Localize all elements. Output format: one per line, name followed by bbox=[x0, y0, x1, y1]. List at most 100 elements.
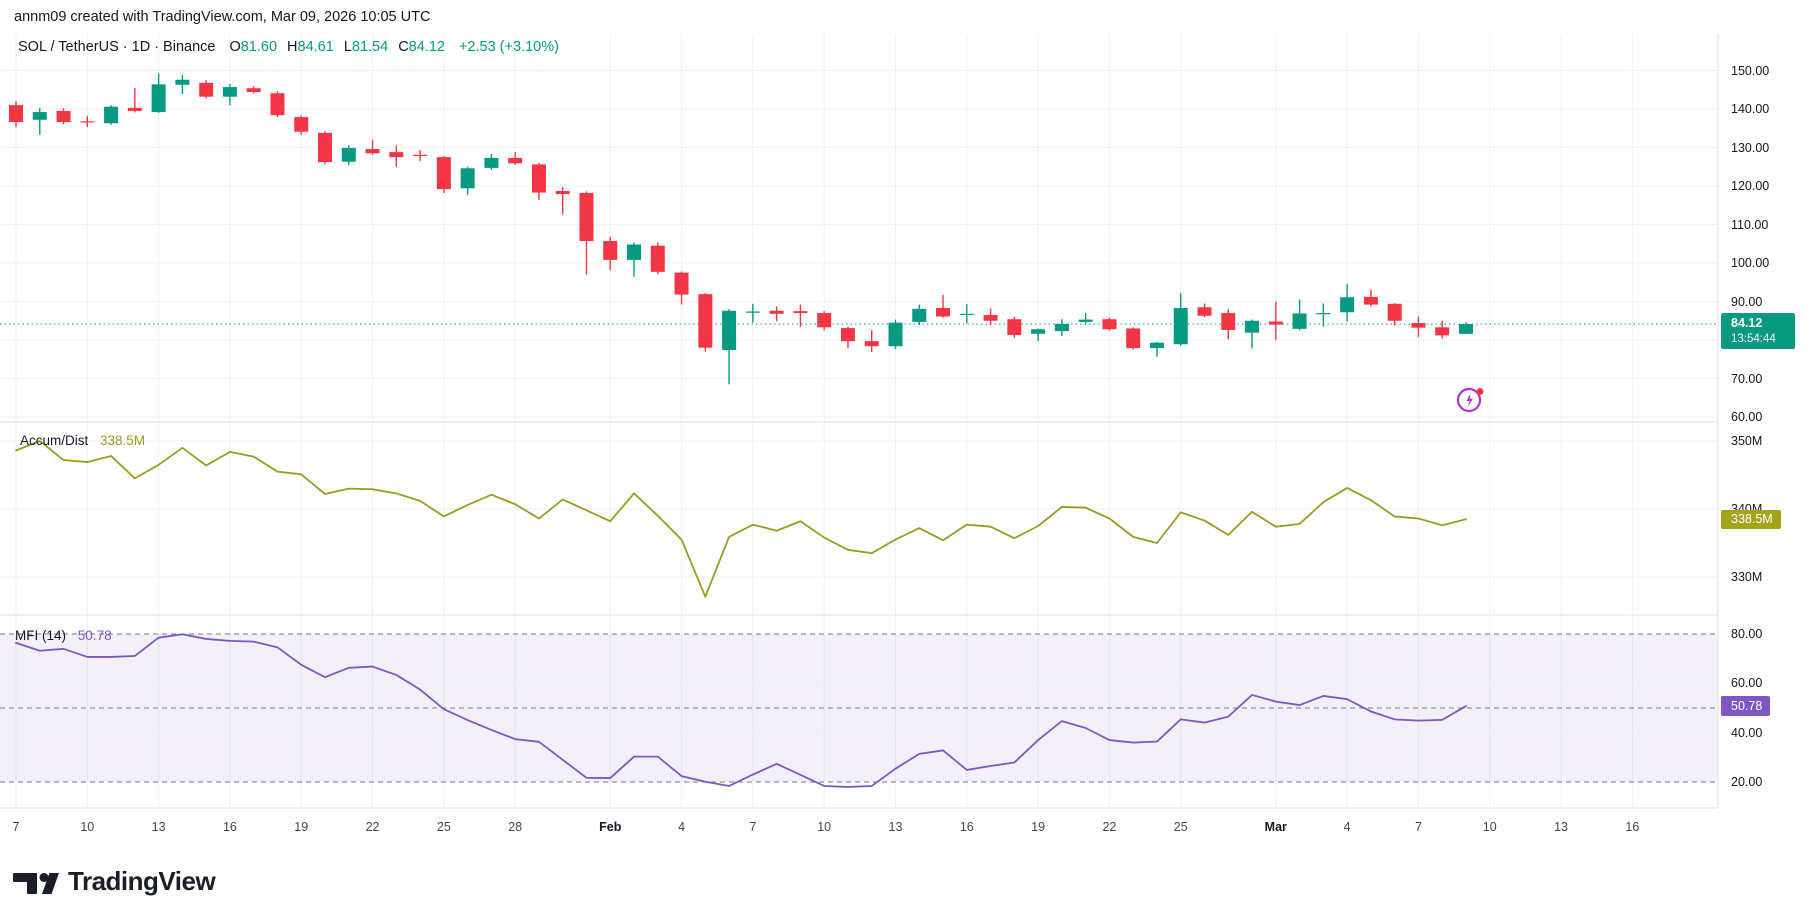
time-axis-label: 22 bbox=[366, 820, 380, 834]
candlestick[interactable] bbox=[698, 293, 712, 352]
candlestick[interactable] bbox=[1150, 342, 1164, 357]
candlestick[interactable] bbox=[651, 243, 665, 275]
candlestick[interactable] bbox=[1459, 322, 1473, 334]
candlestick[interactable] bbox=[1435, 321, 1449, 339]
candlestick[interactable] bbox=[984, 308, 998, 325]
candlestick[interactable] bbox=[1102, 318, 1116, 331]
candlestick[interactable] bbox=[888, 320, 902, 349]
tradingview-chart-window: annm09 created with TradingView.com, Mar… bbox=[0, 0, 1814, 920]
candlestick[interactable] bbox=[413, 150, 427, 161]
flash-events-button[interactable] bbox=[1456, 386, 1484, 414]
candlestick[interactable] bbox=[57, 108, 71, 124]
candlestick[interactable] bbox=[722, 309, 736, 384]
price-axis-label: 60.00 bbox=[1731, 410, 1762, 424]
candlestick[interactable] bbox=[793, 305, 807, 327]
candlestick[interactable] bbox=[627, 243, 641, 277]
time-axis-label: 19 bbox=[294, 820, 308, 834]
ohlc-values: O81.60H84.61L81.54C84.12 bbox=[229, 39, 445, 55]
candlestick[interactable] bbox=[80, 116, 94, 127]
accum-dist-line[interactable] bbox=[16, 441, 1466, 597]
candlestick[interactable] bbox=[247, 86, 261, 93]
candlestick[interactable] bbox=[270, 91, 284, 117]
last-price-value: 84.12 bbox=[1731, 315, 1787, 331]
candlestick[interactable] bbox=[342, 145, 356, 165]
candlestick[interactable] bbox=[1055, 319, 1069, 336]
candlestick[interactable] bbox=[1245, 320, 1259, 349]
candlestick[interactable] bbox=[128, 88, 142, 113]
candlestick[interactable] bbox=[603, 237, 617, 270]
candlestick[interactable] bbox=[1293, 300, 1307, 331]
time-axis-label: 4 bbox=[678, 820, 685, 834]
candlestick[interactable] bbox=[936, 295, 950, 318]
accum-axis-label: 350M bbox=[1731, 434, 1762, 448]
candlestick[interactable] bbox=[1174, 293, 1188, 346]
time-axis-label: 7 bbox=[13, 820, 20, 834]
time-axis-month-label: Feb bbox=[599, 820, 621, 834]
candlestick[interactable] bbox=[508, 152, 522, 165]
candlestick[interactable] bbox=[865, 330, 879, 352]
candlestick[interactable] bbox=[223, 84, 237, 105]
mfi-axis-label: 40.00 bbox=[1731, 726, 1762, 740]
candlestick[interactable] bbox=[746, 304, 760, 323]
symbol-title[interactable]: SOL / TetherUS · 1D · Binance bbox=[18, 39, 215, 55]
price-axis-label: 70.00 bbox=[1731, 372, 1762, 386]
tradingview-wordmark: TradingView bbox=[68, 866, 215, 897]
candlestick[interactable] bbox=[9, 101, 23, 127]
time-axis-label: 25 bbox=[1174, 820, 1188, 834]
price-axis-label: 100.00 bbox=[1731, 256, 1769, 270]
price-axis-label: 140.00 bbox=[1731, 102, 1769, 116]
mfi-pane-label: MFI (14) 50.78 bbox=[15, 628, 112, 643]
candlestick[interactable] bbox=[199, 80, 213, 98]
candlestick[interactable] bbox=[33, 108, 47, 135]
candlestick[interactable] bbox=[912, 305, 926, 325]
time-axis-label: 10 bbox=[1483, 820, 1497, 834]
candlestick[interactable] bbox=[675, 271, 689, 304]
candlestick[interactable] bbox=[175, 75, 189, 94]
ohlc-pair: L81.54 bbox=[344, 39, 388, 55]
ohlc-pair: O81.60 bbox=[229, 39, 277, 55]
time-axis-label: 10 bbox=[817, 820, 831, 834]
candlestick[interactable] bbox=[1388, 303, 1402, 325]
candlestick[interactable] bbox=[841, 327, 855, 349]
candlestick[interactable] bbox=[461, 167, 475, 195]
price-axis-label: 150.00 bbox=[1731, 64, 1769, 78]
candlestick[interactable] bbox=[1364, 290, 1378, 307]
time-axis-label: 16 bbox=[1625, 820, 1639, 834]
candlestick[interactable] bbox=[1269, 302, 1283, 341]
candlestick[interactable] bbox=[1126, 327, 1140, 349]
accum-dist-badge: 338.5M bbox=[1721, 510, 1781, 529]
chart-plot-area[interactable] bbox=[0, 0, 1814, 920]
candlestick[interactable] bbox=[1031, 328, 1045, 341]
candlestick[interactable] bbox=[294, 116, 308, 135]
candlestick[interactable] bbox=[1198, 303, 1212, 317]
candlestick[interactable] bbox=[484, 154, 498, 170]
candlestick[interactable] bbox=[389, 146, 403, 167]
mfi-params: (14) bbox=[42, 628, 66, 643]
candlestick[interactable] bbox=[104, 105, 118, 125]
mfi-badge: 50.78 bbox=[1721, 696, 1770, 716]
price-axis-label: 120.00 bbox=[1731, 179, 1769, 193]
price-axis-label: 130.00 bbox=[1731, 141, 1769, 155]
lightning-bolt-icon bbox=[1467, 394, 1474, 407]
candlestick[interactable] bbox=[1411, 317, 1425, 337]
candlestick[interactable] bbox=[556, 187, 570, 214]
candlestick[interactable] bbox=[770, 307, 784, 322]
candlestick[interactable] bbox=[318, 131, 332, 164]
candlestick[interactable] bbox=[1221, 309, 1235, 339]
time-axis-label: 7 bbox=[1415, 820, 1422, 834]
price-axis-label: 90.00 bbox=[1731, 295, 1762, 309]
candlestick[interactable] bbox=[1079, 313, 1093, 323]
candlestick[interactable] bbox=[960, 304, 974, 323]
candlestick[interactable] bbox=[532, 163, 546, 200]
candlestick[interactable] bbox=[579, 191, 593, 274]
symbol-legend-row[interactable]: SOL / TetherUS · 1D · Binance O81.60H84.… bbox=[18, 39, 559, 55]
tradingview-logo[interactable]: TradingView bbox=[13, 866, 215, 897]
time-axis-label: 4 bbox=[1344, 820, 1351, 834]
candlestick[interactable] bbox=[817, 311, 831, 330]
candlestick[interactable] bbox=[1007, 317, 1021, 338]
candlestick[interactable] bbox=[1316, 303, 1330, 326]
candlestick[interactable] bbox=[1340, 284, 1354, 321]
candlestick[interactable] bbox=[437, 156, 451, 193]
candlestick[interactable] bbox=[152, 73, 166, 113]
time-axis-label: 16 bbox=[960, 820, 974, 834]
